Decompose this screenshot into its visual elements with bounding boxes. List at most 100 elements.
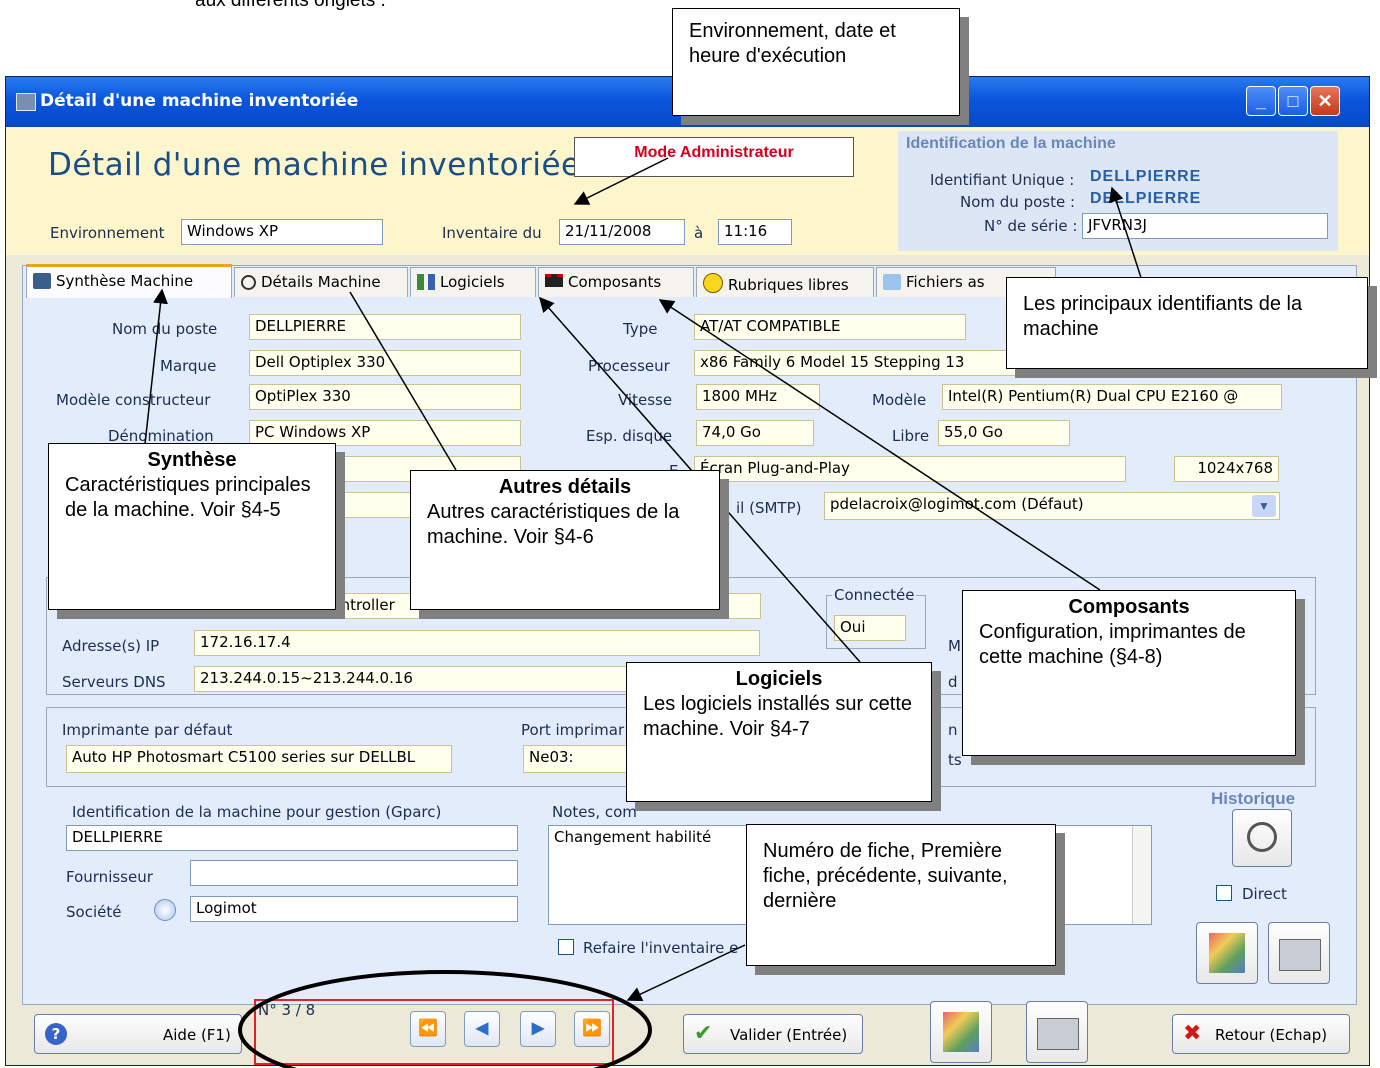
callout-synthese-text: Caractéristiques principales de la machi… — [65, 474, 311, 521]
free-label: Libre — [892, 427, 930, 445]
callout-composants-text: Configuration, imprimantes de cette mach… — [979, 621, 1246, 668]
validate-button[interactable]: ✔ Valider (Entrée) — [683, 1014, 863, 1054]
mac-label: M — [948, 637, 961, 655]
report-icon — [1209, 933, 1245, 973]
checkmark-icon: ✔ — [694, 1021, 713, 1046]
close-button[interactable]: ✕ — [1310, 86, 1340, 116]
company-label: Société — [66, 903, 122, 921]
chevron-down-icon[interactable]: ▼ — [1252, 495, 1276, 517]
callout-autres: Autres détails Autres caractéristiques d… — [410, 470, 720, 610]
tab-logiciels[interactable]: Logiciels — [410, 267, 536, 297]
print-button-bottom[interactable] — [1026, 1001, 1088, 1063]
callout-logiciels: Logiciels Les logiciels installés sur ce… — [626, 662, 932, 802]
callout-synthese-title: Synthèse — [147, 449, 237, 471]
next-record-button[interactable]: ▶ — [520, 1011, 556, 1047]
smiley-icon — [703, 273, 723, 293]
printer-field[interactable]: Auto HP Photosmart C5100 series sur DELL… — [66, 745, 452, 773]
host-name-field[interactable]: DELLPIERRE — [249, 314, 521, 340]
inventory-time-field[interactable]: 11:16 — [718, 219, 792, 245]
notes-scrollbar[interactable] — [1132, 826, 1151, 924]
maximize-button[interactable]: □ — [1278, 86, 1308, 116]
callout-autres-text: Autres caractéristiques de la machine. V… — [427, 501, 680, 548]
host-label: Nom du poste : — [960, 193, 1076, 211]
screen-field[interactable]: Écran Plug-and-Play — [694, 456, 1126, 482]
mail-label: il (SMTP) — [736, 499, 802, 517]
uid-value: DELLPIERRE — [1090, 168, 1202, 185]
tab-synthese[interactable]: Synthèse Machine — [26, 264, 232, 298]
gestion-id-field[interactable]: DELLPIERRE — [66, 825, 518, 851]
environment-field[interactable]: Windows XP — [181, 219, 383, 245]
callout-logiciels-title: Logiciels — [735, 668, 823, 690]
first-record-button[interactable]: ⏪ — [410, 1011, 446, 1047]
notes-text: Changement habilité — [554, 828, 712, 846]
identification-panel: Identification de la machine Identifiant… — [898, 131, 1338, 251]
company-field[interactable]: Logimot — [190, 896, 518, 922]
tab-details[interactable]: Détails Machine — [234, 267, 408, 297]
disk-label: Esp. disque — [586, 427, 673, 445]
model-field[interactable]: OptiPlex 330 — [249, 384, 521, 410]
help-button[interactable]: ? Aide (F1) — [34, 1014, 242, 1054]
printer-icon — [1037, 1018, 1079, 1050]
speed-label: Vitesse — [618, 391, 673, 409]
minimize-button[interactable]: _ — [1246, 86, 1276, 116]
direct-checkbox[interactable] — [1216, 885, 1232, 901]
callout-navigation: Numéro de fiche, Première fiche, précéde… — [746, 824, 1056, 966]
supplier-field[interactable] — [190, 860, 518, 886]
print-button[interactable] — [1268, 922, 1330, 984]
folder-icon — [883, 274, 901, 290]
return-label: Retour (Echap) — [1215, 1026, 1328, 1044]
d-label: d — [948, 673, 958, 691]
report-button[interactable] — [1196, 922, 1258, 984]
disk-field[interactable]: 74,0 Go — [696, 420, 814, 446]
callout-composants-title: Composants — [1068, 596, 1190, 618]
inventory-date-field[interactable]: 21/11/2008 — [559, 219, 685, 245]
cpu-model-label: Modèle — [872, 391, 927, 409]
ip-field[interactable]: 172.16.17.4 — [194, 630, 760, 656]
tab-fichiers-label: Fichiers as — [906, 273, 985, 291]
redo-inventory-label: Refaire l'inventaire e — [583, 939, 739, 957]
callout-synthese: Synthèse Caractéristiques principales de… — [48, 443, 336, 610]
callout-logiciels-text: Les logiciels installés sur cette machin… — [643, 693, 913, 740]
callout-identifiers: Les principaux identifiants de la machin… — [1006, 277, 1368, 369]
tab-composants-label: Composants — [568, 273, 662, 291]
previous-record-button[interactable]: ◀ — [464, 1011, 500, 1047]
identification-title: Identification de la machine — [906, 135, 1116, 152]
port-field[interactable]: Ne03: — [523, 745, 643, 773]
inventory-date-label: Inventaire du — [442, 224, 542, 242]
last-record-button[interactable]: ⏩ — [574, 1011, 610, 1047]
redo-inventory-checkbox[interactable] — [558, 939, 574, 955]
brand-field[interactable]: Dell Optiplex 330 — [249, 350, 521, 376]
speed-field[interactable]: 1800 MHz — [696, 384, 820, 410]
free-field[interactable]: 55,0 Go — [938, 420, 1070, 446]
network-icon — [417, 274, 435, 290]
tab-composants[interactable]: Composants — [538, 267, 694, 297]
resolution-field[interactable]: 1024x768 — [1174, 456, 1279, 482]
historique-button[interactable] — [1232, 809, 1292, 867]
dns-field[interactable]: 213.244.0.15~213.244.0.16 — [194, 666, 654, 692]
serial-field[interactable]: JFVRN3J — [1082, 213, 1328, 239]
cpu-model-field[interactable]: Intel(R) Pentium(R) Dual CPU E2160 @ — [942, 384, 1282, 410]
direct-label: Direct — [1242, 885, 1287, 903]
company-radio-icon[interactable] — [154, 899, 176, 921]
callout-composants: Composants Configuration, imprimantes de… — [962, 590, 1296, 756]
host-value: DELLPIERRE — [1090, 190, 1202, 207]
window-icon — [16, 93, 36, 111]
mail-select[interactable]: pdelacroix@logimot.com (Défaut) — [824, 492, 1280, 520]
dns-label: Serveurs DNS — [62, 673, 166, 691]
at-label: à — [694, 224, 704, 242]
tab-synthese-label: Synthèse Machine — [56, 272, 194, 290]
host-name-label: Nom du poste — [112, 320, 218, 338]
cpu-field[interactable]: x86 Family 6 Model 15 Stepping 13 — [694, 350, 1024, 376]
tab-rubriques[interactable]: Rubriques libres — [696, 267, 874, 297]
header-panel: Détail d'une machine inventoriée Mode Ad… — [6, 127, 1369, 255]
report-button-bottom[interactable] — [930, 1001, 992, 1063]
return-button[interactable]: ✖ Retour (Echap) — [1172, 1014, 1350, 1054]
tab-details-label: Détails Machine — [261, 273, 381, 291]
connected-field[interactable]: Oui — [834, 615, 906, 641]
tab-rubriques-label: Rubriques libres — [728, 276, 849, 294]
record-number: N° 3 / 8 — [258, 1001, 316, 1019]
right-label: n — [948, 721, 958, 739]
callout-environment: Environnement, date et heure d'exécution — [672, 8, 960, 116]
type-field[interactable]: AT/AT COMPATIBLE — [694, 314, 966, 340]
connected-label: Connectée — [832, 586, 917, 604]
